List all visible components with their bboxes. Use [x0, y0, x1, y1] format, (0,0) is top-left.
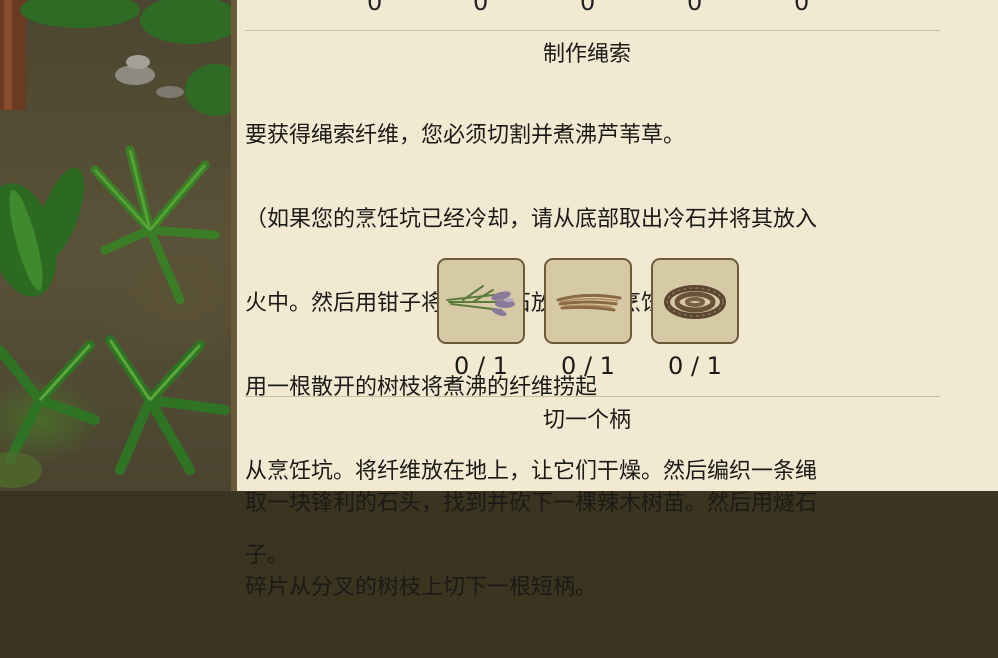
- section-title-make-rope: 制作绳索: [542, 42, 631, 67]
- required-items: 0 / 1 0 / 1 0 / 1: [437, 258, 757, 384]
- fiber-bundle-icon: [556, 293, 622, 312]
- required-item-fiber[interactable]: 0 / 1: [544, 258, 650, 384]
- item-count: 0: [473, 0, 489, 16]
- jungle-foliage-illustration: [0, 0, 236, 488]
- item-count: 0: [794, 0, 810, 16]
- section-title-cut-handle: 切一个柄: [542, 408, 631, 433]
- item-slot[interactable]: [544, 258, 632, 344]
- item-count: 0 / 1: [454, 352, 508, 380]
- description-line: （如果您的烹饪坑已经冷却，请从底部取出冷石并将其放入: [245, 207, 818, 232]
- section-divider: [245, 30, 940, 31]
- description-line: 碎片从分叉的树枝上切下一根短柄。: [245, 575, 598, 600]
- item-count: 0 / 1: [561, 352, 615, 380]
- reed-grass-icon: [446, 285, 515, 316]
- item-count: 0 / 1: [668, 352, 722, 380]
- section-description: 取一块锋利的石头，找到并砍下一棵辣木树苗。然后用燧石 碎片从分叉的树枝上切下一根…: [245, 434, 945, 658]
- jungle-scene: [0, 0, 236, 491]
- description-line: 要获得绳索纤维，您必须切割并煮沸芦苇草。: [245, 123, 686, 148]
- item-slot[interactable]: [437, 258, 525, 344]
- item-count: 0: [580, 0, 596, 16]
- item-count: 0: [687, 0, 703, 16]
- required-item-reed[interactable]: 0 / 1: [437, 258, 543, 384]
- required-item-rope[interactable]: 0 / 1: [651, 258, 757, 384]
- crafting-guide-panel[interactable]: 0 0 0 0 0 制作绳索 要获得绳索纤维，您必须切割并煮沸芦苇草。 （如果您…: [237, 0, 998, 600]
- previous-item-counts: 0 0 0 0 0: [237, 0, 998, 16]
- coiled-rope-icon: [664, 285, 726, 319]
- section-divider: [245, 396, 940, 397]
- item-slot[interactable]: [651, 258, 739, 344]
- description-line: 取一块锋利的石头，找到并砍下一棵辣木树苗。然后用燧石: [245, 491, 818, 516]
- item-count: 0: [367, 0, 383, 16]
